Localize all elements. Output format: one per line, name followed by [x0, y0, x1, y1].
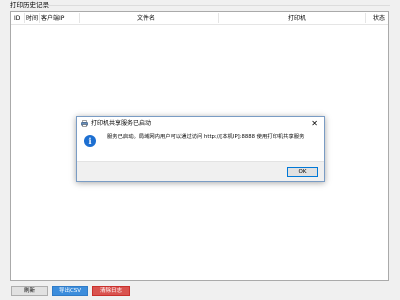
column-separator[interactable]	[218, 13, 219, 23]
column-separator[interactable]	[39, 13, 40, 23]
print-server-window: 打印历史记录 ID 时间 客户端IP 文件名 打印机 状态 刷新 导出CSV 清…	[0, 0, 400, 300]
dialog-message: 服务已启动。局域网内用户可以通过访问 http://[本机IP]:8888 使用…	[107, 134, 305, 140]
clear-log-button[interactable]: 清除日志	[92, 286, 130, 296]
column-separator[interactable]	[79, 13, 80, 23]
printer-icon	[81, 120, 88, 127]
column-separator[interactable]	[365, 13, 366, 23]
column-header-file-name[interactable]: 文件名	[137, 15, 155, 22]
refresh-button[interactable]: 刷新	[11, 286, 48, 296]
info-icon: i	[84, 135, 96, 147]
column-header-printer[interactable]: 打印机	[288, 15, 306, 22]
column-separator[interactable]	[24, 13, 25, 23]
ok-button[interactable]: OK	[287, 167, 318, 177]
dialog-title: 打印机共享服务已启动	[91, 120, 152, 127]
column-header-status[interactable]: 状态	[373, 15, 385, 22]
dialog-body: i 服务已启动。局域网内用户可以通过访问 http://[本机IP]:8888 …	[77, 130, 324, 162]
dialog-footer: OK	[77, 161, 324, 181]
export-csv-button[interactable]: 导出CSV	[52, 286, 88, 296]
column-header-client-ip[interactable]: 客户端IP	[41, 15, 64, 22]
list-header: ID 时间 客户端IP 文件名 打印机 状态	[11, 12, 388, 25]
close-icon[interactable]: ✕	[311, 119, 318, 128]
dialog-title-bar[interactable]: 打印机共享服务已启动 ✕	[77, 117, 324, 130]
service-started-dialog: 打印机共享服务已启动 ✕ i 服务已启动。局域网内用户可以通过访问 http:/…	[76, 116, 325, 182]
column-header-id[interactable]: ID	[14, 15, 20, 22]
column-header-time[interactable]: 时间	[26, 15, 38, 22]
group-divider	[40, 5, 390, 6]
